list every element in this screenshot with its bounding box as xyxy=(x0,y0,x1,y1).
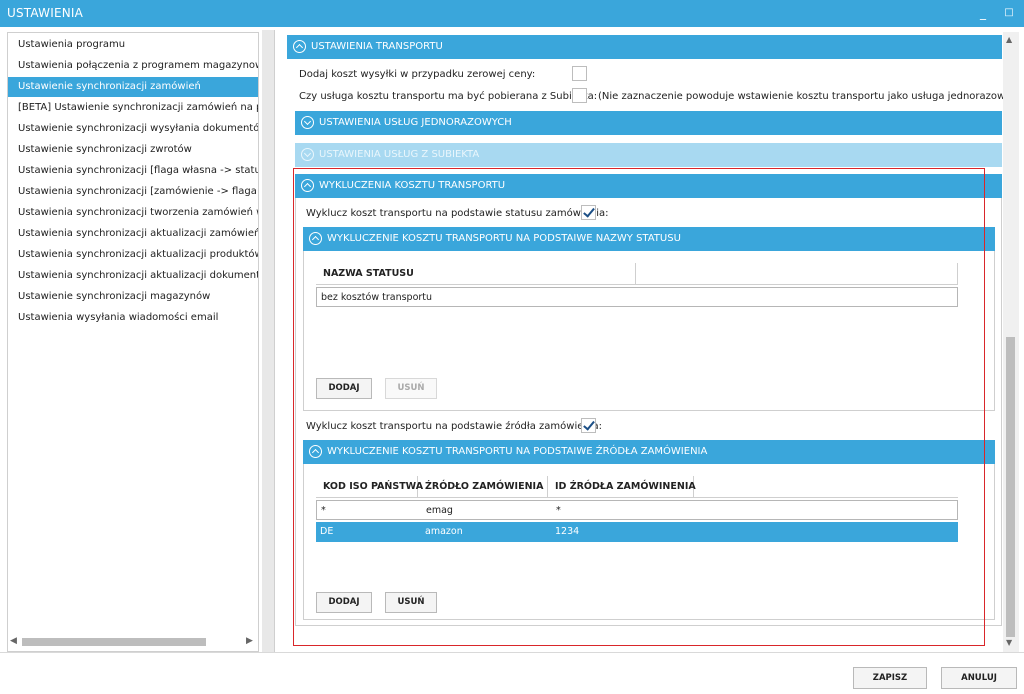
source-exclusion-header[interactable]: WYKLUCZENIE KOSZTU TRANSPORTU NA PODSTAI… xyxy=(303,440,995,464)
transport-settings-header[interactable]: USTAWIENIA TRANSPORTU xyxy=(287,35,1002,59)
content-vertical-scrollbar[interactable]: ▲ ▼ xyxy=(1003,32,1019,652)
charge-from-subiekt-checkbox[interactable] xyxy=(572,88,587,103)
scroll-left-icon[interactable]: ◀ xyxy=(10,636,17,646)
collapse-up-icon xyxy=(309,445,322,458)
nav-item-flag-status-sync[interactable]: Ustawienia synchronizacji [flaga własna … xyxy=(8,161,258,181)
content-scroll-thumb[interactable] xyxy=(1006,337,1015,637)
iso-code-cell: DE xyxy=(320,526,334,537)
nav-item-document-sync[interactable]: Ustawienie synchronizacji wysyłania doku… xyxy=(8,119,258,139)
add-cost-checkbox[interactable] xyxy=(572,66,587,81)
exclude-by-source-checkbox[interactable] xyxy=(581,418,596,433)
nav-scroll-thumb[interactable] xyxy=(22,638,206,646)
nav-horizontal-scrollbar[interactable]: ◀ ▶ xyxy=(8,633,258,651)
collapse-up-icon xyxy=(301,179,314,192)
minimize-button[interactable]: _ xyxy=(975,4,991,22)
empty-column[interactable] xyxy=(636,263,958,285)
nav-item-returns-sync[interactable]: Ustawienie synchronizacji zwrotów xyxy=(8,140,258,160)
remove-status-button[interactable]: USUŃ xyxy=(385,378,437,399)
source-id-cell: 1234 xyxy=(555,526,580,537)
exclude-by-source-label: Wyklucz koszt transportu na podstawie źr… xyxy=(306,421,603,432)
status-row[interactable]: bez kosztów transportu xyxy=(316,287,958,307)
collapse-up-icon xyxy=(293,40,306,53)
content-gutter xyxy=(262,30,275,652)
add-status-button[interactable]: DODAJ xyxy=(316,378,372,399)
save-button[interactable]: ZAPISZ xyxy=(853,667,927,689)
iso-code-column[interactable]: KOD ISO PAŃSTWA xyxy=(316,476,423,498)
nav-item-order-flag-sync[interactable]: Ustawienia synchronizacji [zamówienie ->… xyxy=(8,182,258,202)
nav-item-email-settings[interactable]: Ustawienia wysyłania wiadomości email xyxy=(8,308,258,328)
source-row-selected[interactable]: DE amazon 1234 xyxy=(316,522,958,542)
collapse-up-icon xyxy=(309,232,322,245)
nav-item-create-orders-sync[interactable]: Ustawienia synchronizacji tworzenia zamó… xyxy=(8,203,258,223)
window-titlebar: USTAWIENIA _ □ xyxy=(0,0,1024,27)
subiekt-services-header[interactable]: USTAWIENIA USŁUG Z SUBIEKTA xyxy=(295,143,1002,167)
remove-source-button[interactable]: USUŃ xyxy=(385,592,437,613)
status-exclusion-header[interactable]: WYKLUCZENIE KOSZTU TRANSPORTU NA PODSTAI… xyxy=(303,227,995,251)
nav-item-update-orders-sync[interactable]: Ustawienia synchronizacji aktualizacji z… xyxy=(8,224,258,244)
add-source-button[interactable]: DODAJ xyxy=(316,592,372,613)
order-source-column[interactable]: ŹRÓDŁO ZAMÓWIENIA xyxy=(418,476,548,498)
transport-settings-title: USTAWIENIA TRANSPORTU xyxy=(311,41,443,52)
scroll-up-icon[interactable]: ▲ xyxy=(1006,35,1012,44)
expand-down-icon xyxy=(301,116,314,129)
source-id-column[interactable]: ID ŹRÓDŁA ZAMÓWINENIA xyxy=(548,476,696,498)
nav-item-update-products-sync[interactable]: Ustawienia synchronizacji aktualizacji p… xyxy=(8,245,258,265)
status-name-column[interactable]: NAZWA STATUSU xyxy=(316,263,636,285)
scroll-right-icon[interactable]: ▶ xyxy=(246,636,253,646)
scroll-down-icon[interactable]: ▼ xyxy=(1006,638,1012,647)
dialog-footer: ZAPISZ ANULUJ xyxy=(0,652,1024,694)
order-source-cell: emag xyxy=(426,505,453,516)
nav-item-update-documents-sync[interactable]: Ustawienia synchronizacji aktualizacji d… xyxy=(8,266,258,286)
one-time-services-header[interactable]: USTAWIENIA USŁUG JEDNORAZOWYCH xyxy=(295,111,1002,135)
status-name-cell: bez kosztów transportu xyxy=(321,292,433,303)
status-grid-header: NAZWA STATUSU xyxy=(316,263,958,285)
nav-item-warehouse-sync[interactable]: Ustawienie synchronizacji magazynów xyxy=(8,287,258,307)
source-id-cell: * xyxy=(556,505,561,516)
charge-from-subiekt-label: Czy usługa kosztu transportu ma być pobi… xyxy=(299,91,598,102)
exclusions-header[interactable]: WYKLUCZENIA KOSZTU TRANSPORTU xyxy=(295,174,1002,198)
nav-item-program[interactable]: Ustawienia programu xyxy=(8,35,258,55)
charge-from-subiekt-note: (Nie zaznaczenie powoduje wstawienie kos… xyxy=(598,91,1016,102)
settings-nav: Ustawienia programu Ustawienia połączeni… xyxy=(7,32,259,652)
maximize-button[interactable]: □ xyxy=(1001,4,1017,22)
nav-item-connection[interactable]: Ustawienia połączenia z programem magazy… xyxy=(8,56,258,76)
source-grid-header: KOD ISO PAŃSTWA ŹRÓDŁO ZAMÓWIENIA ID ŹRÓ… xyxy=(316,476,958,498)
nav-item-order-sync[interactable]: Ustawienie synchronizacji zamówień xyxy=(8,77,258,97)
source-grid: KOD ISO PAŃSTWA ŹRÓDŁO ZAMÓWIENIA ID ŹRÓ… xyxy=(316,476,958,544)
exclusions-title: WYKLUCZENIA KOSZTU TRANSPORTU xyxy=(319,180,506,191)
status-exclusion-title: WYKLUCZENIE KOSZTU TRANSPORTU NA PODSTAI… xyxy=(327,233,681,244)
source-exclusion-title: WYKLUCZENIE KOSZTU TRANSPORTU NA PODSTAI… xyxy=(327,446,708,457)
order-source-cell: amazon xyxy=(425,526,463,537)
exclude-by-status-checkbox[interactable] xyxy=(581,205,596,220)
expand-down-icon xyxy=(301,148,314,161)
main-panel: USTAWIENIA TRANSPORTU Dodaj koszt wysyłk… xyxy=(287,30,1015,650)
iso-code-cell: * xyxy=(321,505,326,516)
exclude-by-status-label: Wyklucz koszt transportu na podstawie st… xyxy=(306,208,609,219)
subiekt-services-title: USTAWIENIA USŁUG Z SUBIEKTA xyxy=(319,149,480,160)
one-time-services-title: USTAWIENIA USŁUG JEDNORAZOWYCH xyxy=(319,117,512,128)
add-cost-label: Dodaj koszt wysyłki w przypadku zerowej … xyxy=(299,69,536,80)
status-grid: NAZWA STATUSU bez kosztów transportu xyxy=(316,263,958,311)
window-title: USTAWIENIA xyxy=(7,6,84,20)
cancel-button[interactable]: ANULUJ xyxy=(941,667,1017,689)
nav-item-beta-order-sync[interactable]: [BETA] Ustawienie synchronizacji zamówie… xyxy=(8,98,258,118)
source-row[interactable]: * emag * xyxy=(316,500,958,520)
settings-content: USTAWIENIA TRANSPORTU Dodaj koszt wysyłk… xyxy=(262,30,1019,652)
